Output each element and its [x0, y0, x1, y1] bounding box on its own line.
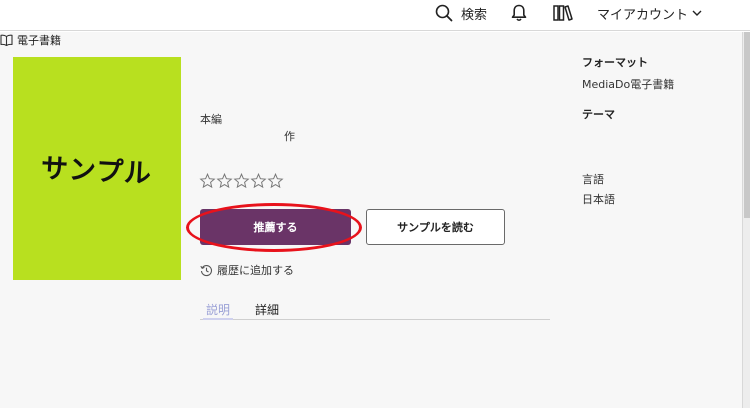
book-cover[interactable]: サンプル [13, 57, 181, 280]
format-indicator: 電子書籍 [0, 32, 742, 48]
notifications-button[interactable] [511, 0, 527, 26]
search-label: 検索 [461, 7, 488, 23]
my-account-menu[interactable]: マイアカウント [597, 0, 702, 26]
star-icon[interactable] [199, 173, 216, 189]
tab-description[interactable]: 説明 [203, 301, 234, 320]
format-label: 電子書籍 [17, 34, 61, 47]
chevron-down-icon [692, 10, 702, 16]
star-icon[interactable] [233, 173, 250, 189]
search-button[interactable]: 検索 [435, 0, 487, 26]
library-icon [553, 5, 573, 21]
format-heading: フォーマット [582, 56, 648, 69]
star-icon[interactable] [216, 173, 233, 189]
cover-title: サンプル [40, 153, 154, 190]
recommend-button[interactable]: 推薦する [200, 209, 351, 245]
detail-tabs: 説明 詳細 [200, 299, 550, 320]
theme-heading: テーマ [582, 108, 615, 121]
bell-icon [511, 4, 527, 22]
library-button[interactable] [553, 0, 573, 26]
history-label: 履歴に追加する [217, 264, 294, 277]
add-to-history-link[interactable]: 履歴に追加する [200, 262, 294, 278]
star-icon[interactable] [267, 173, 284, 189]
format-value: MediaDo電子書籍 [582, 78, 675, 91]
edition-type: 本編 [200, 113, 222, 126]
open-book-icon [0, 34, 13, 46]
read-sample-button[interactable]: サンプルを読む [366, 209, 505, 245]
star-icon[interactable] [250, 173, 267, 189]
author-credit: 作 [284, 130, 295, 143]
language-heading: 言語 [582, 173, 604, 186]
language-value: 日本語 [582, 193, 615, 206]
tab-details[interactable]: 詳細 [255, 301, 279, 320]
top-navigation-bar: 検索 マイアカウント [0, 0, 750, 31]
star-rating[interactable] [199, 173, 284, 189]
vertical-scrollbar[interactable] [742, 32, 750, 408]
book-detail-page: サンプル 本編 作 電子書籍 推薦する サンプルを読む 履歴に追加する 説明 詳… [0, 32, 742, 408]
history-icon [200, 264, 212, 276]
account-label: マイアカウント [597, 7, 689, 23]
search-icon [435, 4, 453, 22]
scrollbar-thumb[interactable] [744, 32, 750, 218]
